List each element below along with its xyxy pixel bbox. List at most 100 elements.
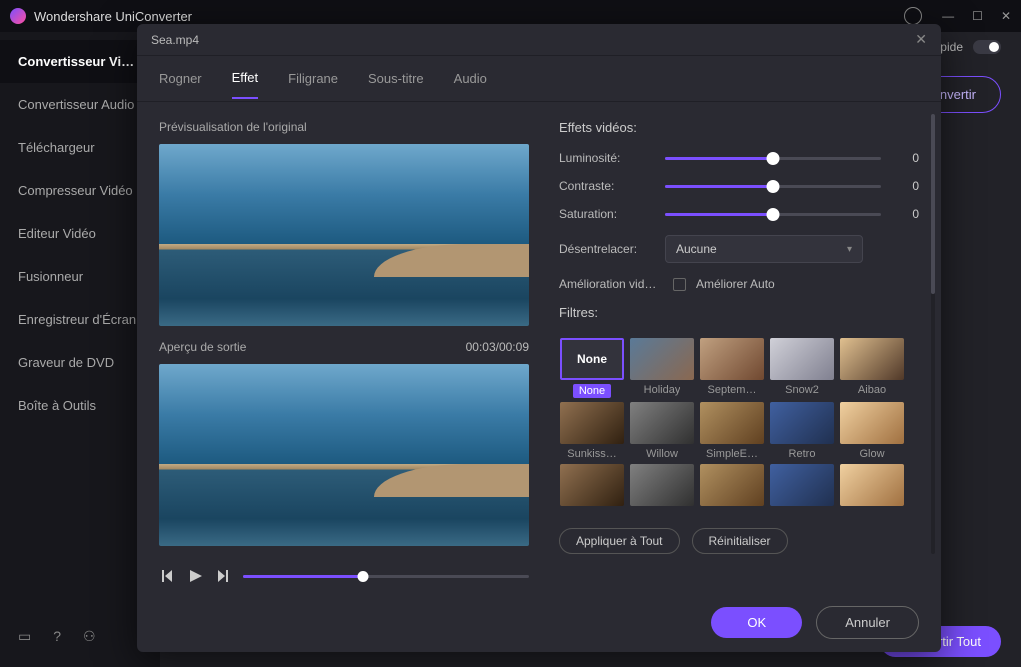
dialog-scrollbar[interactable]	[931, 114, 935, 554]
filter-willow: Willow	[629, 402, 695, 460]
help-icon[interactable]: ?	[53, 628, 61, 645]
brightness-row: Luminosité: 0	[559, 151, 919, 165]
reset-button[interactable]: Réinitialiser	[692, 528, 788, 554]
ok-button[interactable]: OK	[711, 607, 802, 638]
filter-name-sunkiss: Sunkiss…	[567, 448, 617, 460]
sidebar-item-recorder[interactable]: Enregistreur d'Écran	[0, 298, 160, 341]
filter-snow2: Snow2	[769, 338, 835, 398]
filter-name-glow: Glow	[859, 448, 884, 460]
saturation-row: Saturation: 0	[559, 207, 919, 221]
deinterlace-row: Désentrelacer: Aucune ▾	[559, 235, 919, 263]
filter-thumb-extra-5[interactable]	[840, 464, 904, 506]
playback-thumb[interactable]	[358, 571, 369, 582]
filter-thumb-retro[interactable]	[770, 402, 834, 444]
sidebar: Convertisseur Vidéo Convertisseur Audio …	[0, 32, 160, 667]
filter-thumb-willow[interactable]	[630, 402, 694, 444]
contrast-thumb[interactable]	[767, 180, 780, 193]
high-speed-toggle[interactable]	[973, 40, 1001, 54]
account-icon[interactable]	[904, 7, 922, 25]
toggle-knob	[989, 42, 999, 52]
filter-name-snow2: Snow2	[785, 384, 819, 396]
close-window-icon[interactable]: ✕	[1001, 9, 1011, 23]
filter-thumb-september[interactable]	[700, 338, 764, 380]
filter-thumb-extra-2[interactable]	[630, 464, 694, 506]
brightness-fill	[665, 157, 773, 160]
filter-thumb-extra-1[interactable]	[560, 464, 624, 506]
sidebar-item-compressor[interactable]: Compresseur Vidéo	[0, 169, 160, 212]
tab-soustitre[interactable]: Sous-titre	[368, 59, 424, 98]
dialog-body: Prévisualisation de l'original Aperçu de…	[137, 102, 941, 592]
output-preview-label: Aperçu de sortie	[159, 340, 246, 354]
sidebar-item-merger[interactable]: Fusionneur	[0, 255, 160, 298]
contrast-label: Contraste:	[559, 179, 651, 193]
filter-glow: Glow	[839, 402, 905, 460]
apply-all-button[interactable]: Appliquer à Tout	[559, 528, 680, 554]
effect-dialog: Sea.mp4 ✕ Rogner Effet Filigrane Sous-ti…	[137, 24, 941, 652]
tab-audio[interactable]: Audio	[454, 59, 487, 98]
original-preview-label: Prévisualisation de l'original	[159, 120, 529, 134]
original-preview	[159, 144, 529, 326]
saturation-label: Saturation:	[559, 207, 651, 221]
user-icon[interactable]: ⚇	[83, 628, 96, 645]
enhance-checkbox[interactable]	[673, 278, 686, 291]
filter-extra-4	[769, 464, 835, 506]
brightness-thumb[interactable]	[767, 152, 780, 165]
guide-icon[interactable]: ▭	[18, 628, 31, 645]
sidebar-item-toolbox[interactable]: Boîte à Outils	[0, 384, 160, 427]
sidebar-item-dvd[interactable]: Graveur de DVD	[0, 341, 160, 384]
cancel-button[interactable]: Annuler	[816, 606, 919, 639]
maximize-icon[interactable]: ☐	[972, 9, 983, 23]
sidebar-item-video-converter[interactable]: Convertisseur Vidéo	[0, 40, 160, 83]
filter-thumb-simplee[interactable]	[700, 402, 764, 444]
contrast-value: 0	[895, 179, 919, 193]
filter-thumb-extra-4[interactable]	[770, 464, 834, 506]
scrollbar-thumb[interactable]	[931, 114, 935, 294]
filter-thumb-snow2[interactable]	[770, 338, 834, 380]
sidebar-item-downloader[interactable]: Téléchargeur	[0, 126, 160, 169]
filter-name-holiday: Holiday	[644, 384, 681, 396]
preview-column: Prévisualisation de l'original Aperçu de…	[159, 120, 529, 592]
enhance-label: Amélioration vid…	[559, 277, 663, 291]
deinterlace-select[interactable]: Aucune ▾	[665, 235, 863, 263]
sidebar-item-audio-converter[interactable]: Convertisseur Audio	[0, 83, 160, 126]
output-preview-header: Aperçu de sortie 00:03/00:09	[159, 340, 529, 364]
dialog-footer: OK Annuler	[137, 592, 941, 652]
play-icon[interactable]	[187, 568, 203, 584]
filter-extra-1	[559, 464, 625, 506]
brightness-label: Luminosité:	[559, 151, 651, 165]
tab-rogner[interactable]: Rogner	[159, 59, 202, 98]
filter-thumb-extra-3[interactable]	[700, 464, 764, 506]
filter-thumb-holiday[interactable]	[630, 338, 694, 380]
brightness-slider[interactable]	[665, 157, 881, 160]
sidebar-footer: ▭ ? ⚇	[0, 614, 160, 659]
contrast-slider[interactable]	[665, 185, 881, 188]
filter-thumb-glow[interactable]	[840, 402, 904, 444]
filter-aibao: Aibao	[839, 338, 905, 398]
deinterlace-value: Aucune	[676, 242, 717, 256]
filters-label: Filtres:	[559, 305, 919, 320]
saturation-thumb[interactable]	[767, 208, 780, 221]
output-preview	[159, 364, 529, 546]
close-icon[interactable]: ✕	[915, 31, 927, 48]
filter-extra-3	[699, 464, 765, 506]
minimize-icon[interactable]: —	[942, 9, 954, 23]
filter-action-row: Appliquer à Tout Réinitialiser	[559, 528, 919, 554]
filter-holiday: Holiday	[629, 338, 695, 398]
tab-effet[interactable]: Effet	[232, 58, 259, 99]
next-frame-icon[interactable]	[215, 568, 231, 584]
effects-column: Effets vidéos: Luminosité: 0 Contraste: …	[559, 120, 919, 592]
filter-retro: Retro	[769, 402, 835, 460]
filter-thumb-sunkiss[interactable]	[560, 402, 624, 444]
tab-filigrane[interactable]: Filigrane	[288, 59, 338, 98]
effects-title: Effets vidéos:	[559, 120, 919, 135]
filter-name-aibao: Aibao	[858, 384, 886, 396]
filter-thumb-aibao[interactable]	[840, 338, 904, 380]
dialog-filename: Sea.mp4	[151, 33, 915, 47]
sidebar-item-editor[interactable]: Editeur Vidéo	[0, 212, 160, 255]
saturation-slider[interactable]	[665, 213, 881, 216]
playback-slider[interactable]	[243, 575, 529, 578]
prev-frame-icon[interactable]	[159, 568, 175, 584]
filter-none: None None	[559, 338, 625, 398]
filter-thumb-none[interactable]: None	[560, 338, 624, 380]
window-controls: — ☐ ✕	[942, 9, 1011, 23]
